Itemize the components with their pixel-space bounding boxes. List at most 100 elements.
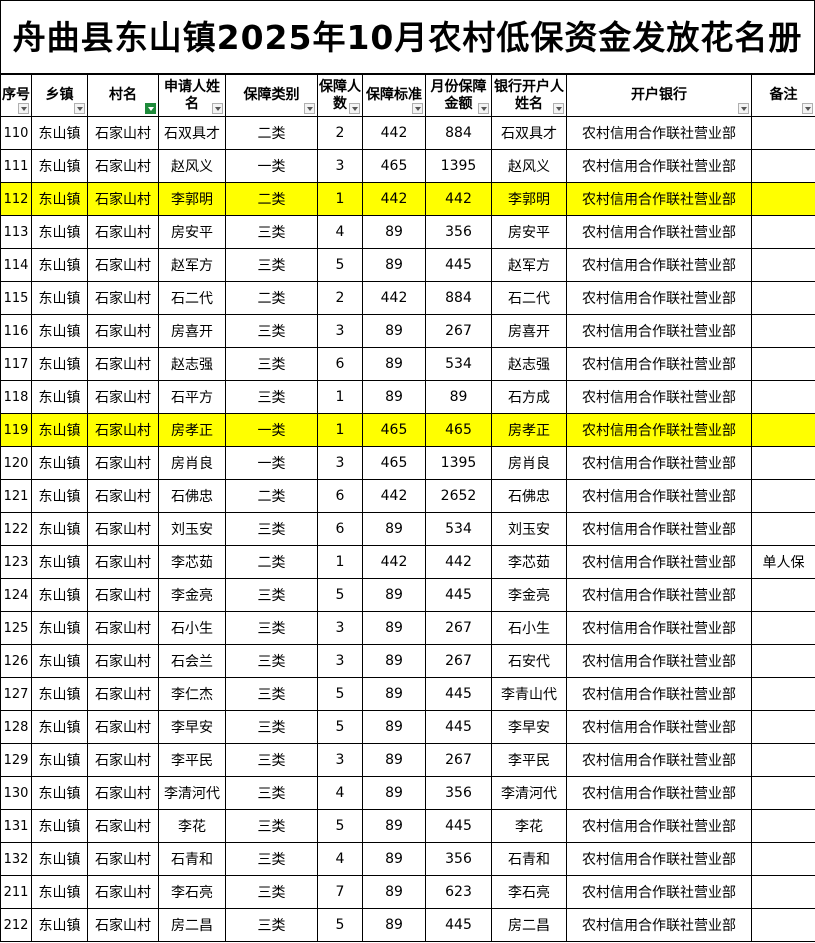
cell-applicant[interactable]: 石二代 xyxy=(158,281,226,315)
cell-category[interactable]: 三类 xyxy=(225,611,318,645)
cell-account[interactable]: 石小生 xyxy=(491,611,567,645)
cell-applicant[interactable]: 李平民 xyxy=(158,743,226,777)
cell-seq[interactable]: 113 xyxy=(0,215,32,249)
cell-seq[interactable]: 115 xyxy=(0,281,32,315)
cell-seq[interactable]: 120 xyxy=(0,446,32,480)
cell-count[interactable]: 7 xyxy=(317,875,363,909)
cell-town[interactable]: 东山镇 xyxy=(31,149,88,183)
cell-category[interactable]: 三类 xyxy=(225,248,318,282)
cell-bank[interactable]: 农村信用合作联社营业部 xyxy=(566,611,752,645)
cell-village[interactable]: 石家山村 xyxy=(87,512,159,546)
cell-seq[interactable]: 121 xyxy=(0,479,32,513)
cell-village[interactable]: 石家山村 xyxy=(87,578,159,612)
cell-note[interactable] xyxy=(751,809,815,843)
cell-note[interactable] xyxy=(751,875,815,909)
cell-village[interactable]: 石家山村 xyxy=(87,446,159,480)
cell-note[interactable] xyxy=(751,347,815,381)
cell-note[interactable] xyxy=(751,710,815,744)
cell-amount[interactable]: 1395 xyxy=(425,149,492,183)
cell-note[interactable] xyxy=(751,677,815,711)
cell-category[interactable]: 三类 xyxy=(225,644,318,678)
cell-amount[interactable]: 465 xyxy=(425,413,492,447)
filter-active-icon[interactable] xyxy=(145,103,156,114)
cell-applicant[interactable]: 房孝正 xyxy=(158,413,226,447)
filter-dropdown-icon[interactable] xyxy=(478,103,489,114)
cell-bank[interactable]: 农村信用合作联社营业部 xyxy=(566,545,752,579)
cell-category[interactable]: 三类 xyxy=(225,578,318,612)
cell-category[interactable]: 一类 xyxy=(225,446,318,480)
cell-account[interactable]: 石佛忠 xyxy=(491,479,567,513)
cell-applicant[interactable]: 李花 xyxy=(158,809,226,843)
cell-town[interactable]: 东山镇 xyxy=(31,182,88,216)
cell-note[interactable] xyxy=(751,743,815,777)
cell-category[interactable]: 三类 xyxy=(225,677,318,711)
cell-bank[interactable]: 农村信用合作联社营业部 xyxy=(566,116,752,150)
cell-town[interactable]: 东山镇 xyxy=(31,578,88,612)
cell-applicant[interactable]: 赵志强 xyxy=(158,347,226,381)
cell-bank[interactable]: 农村信用合作联社营业部 xyxy=(566,578,752,612)
cell-village[interactable]: 石家山村 xyxy=(87,182,159,216)
cell-applicant[interactable]: 李芯茹 xyxy=(158,545,226,579)
cell-applicant[interactable]: 李郭明 xyxy=(158,182,226,216)
cell-village[interactable]: 石家山村 xyxy=(87,479,159,513)
cell-count[interactable]: 3 xyxy=(317,743,363,777)
cell-town[interactable]: 东山镇 xyxy=(31,248,88,282)
cell-applicant[interactable]: 李石亮 xyxy=(158,875,226,909)
cell-count[interactable]: 1 xyxy=(317,413,363,447)
cell-amount[interactable]: 267 xyxy=(425,611,492,645)
cell-bank[interactable]: 农村信用合作联社营业部 xyxy=(566,149,752,183)
cell-count[interactable]: 4 xyxy=(317,215,363,249)
cell-note[interactable] xyxy=(751,578,815,612)
cell-count[interactable]: 2 xyxy=(317,116,363,150)
cell-amount[interactable]: 267 xyxy=(425,314,492,348)
cell-account[interactable]: 李郭明 xyxy=(491,182,567,216)
cell-category[interactable]: 二类 xyxy=(225,545,318,579)
cell-town[interactable]: 东山镇 xyxy=(31,281,88,315)
cell-category[interactable]: 三类 xyxy=(225,908,318,942)
cell-town[interactable]: 东山镇 xyxy=(31,347,88,381)
cell-account[interactable]: 李花 xyxy=(491,809,567,843)
cell-standard[interactable]: 89 xyxy=(362,743,426,777)
cell-standard[interactable]: 442 xyxy=(362,479,426,513)
cell-standard[interactable]: 89 xyxy=(362,644,426,678)
filter-dropdown-icon[interactable] xyxy=(349,103,360,114)
cell-applicant[interactable]: 李金亮 xyxy=(158,578,226,612)
cell-amount[interactable]: 2652 xyxy=(425,479,492,513)
cell-note[interactable] xyxy=(751,842,815,876)
filter-dropdown-icon[interactable] xyxy=(802,103,813,114)
cell-seq[interactable]: 212 xyxy=(0,908,32,942)
cell-note[interactable] xyxy=(751,908,815,942)
cell-applicant[interactable]: 赵军方 xyxy=(158,248,226,282)
cell-applicant[interactable]: 刘玉安 xyxy=(158,512,226,546)
cell-amount[interactable]: 534 xyxy=(425,347,492,381)
cell-town[interactable]: 东山镇 xyxy=(31,446,88,480)
cell-village[interactable]: 石家山村 xyxy=(87,149,159,183)
cell-account[interactable]: 李金亮 xyxy=(491,578,567,612)
cell-note[interactable]: 单人保 xyxy=(751,545,815,579)
cell-category[interactable]: 二类 xyxy=(225,281,318,315)
cell-amount[interactable]: 267 xyxy=(425,644,492,678)
cell-category[interactable]: 三类 xyxy=(225,776,318,810)
cell-account[interactable]: 李清河代 xyxy=(491,776,567,810)
cell-applicant[interactable]: 李清河代 xyxy=(158,776,226,810)
cell-amount[interactable]: 356 xyxy=(425,842,492,876)
cell-account[interactable]: 李芯茹 xyxy=(491,545,567,579)
cell-category[interactable]: 三类 xyxy=(225,875,318,909)
cell-village[interactable]: 石家山村 xyxy=(87,380,159,414)
cell-count[interactable]: 5 xyxy=(317,248,363,282)
cell-account[interactable]: 赵军方 xyxy=(491,248,567,282)
cell-count[interactable]: 3 xyxy=(317,644,363,678)
cell-amount[interactable]: 884 xyxy=(425,116,492,150)
cell-count[interactable]: 6 xyxy=(317,479,363,513)
cell-count[interactable]: 4 xyxy=(317,842,363,876)
cell-town[interactable]: 东山镇 xyxy=(31,677,88,711)
cell-standard[interactable]: 465 xyxy=(362,413,426,447)
cell-seq[interactable]: 124 xyxy=(0,578,32,612)
cell-category[interactable]: 三类 xyxy=(225,710,318,744)
cell-seq[interactable]: 116 xyxy=(0,314,32,348)
cell-town[interactable]: 东山镇 xyxy=(31,908,88,942)
cell-seq[interactable]: 119 xyxy=(0,413,32,447)
cell-category[interactable]: 二类 xyxy=(225,116,318,150)
cell-amount[interactable]: 623 xyxy=(425,875,492,909)
cell-village[interactable]: 石家山村 xyxy=(87,842,159,876)
